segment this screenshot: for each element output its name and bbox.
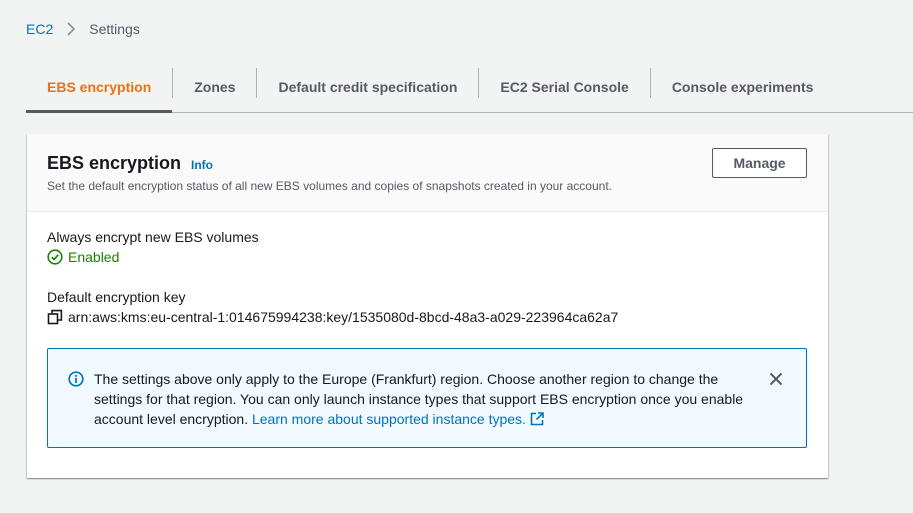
info-link[interactable]: Info (191, 158, 213, 172)
tab-zones[interactable]: Zones (173, 62, 256, 112)
region-info-alert: The settings above only apply to the Eur… (47, 348, 807, 448)
status-text: Enabled (68, 249, 120, 265)
default-key-label: Default encryption key (47, 289, 186, 305)
tab-console-experiments[interactable]: Console experiments (651, 62, 835, 112)
tab-default-credit-specification[interactable]: Default credit specification (257, 62, 478, 112)
card-header: EBS encryption Info Set the default encr… (27, 134, 828, 212)
tab-ec2-serial-console[interactable]: EC2 Serial Console (479, 62, 649, 112)
external-link-icon[interactable] (530, 412, 544, 426)
key-arn: arn:aws:kms:eu-central-1:014675994238:ke… (68, 309, 619, 325)
breadcrumb-ec2-link[interactable]: EC2 (26, 21, 53, 37)
check-circle-icon (47, 249, 63, 265)
copy-icon[interactable] (47, 309, 63, 325)
encryption-status: Enabled (47, 249, 119, 265)
close-icon[interactable] (768, 371, 784, 387)
settings-tabs: EBS encryption Zones Default credit spec… (26, 62, 913, 113)
info-circle-icon (68, 371, 84, 387)
tab-ebs-encryption[interactable]: EBS encryption (26, 62, 173, 113)
page: EC2 Settings EBS encryption Zones Defaul… (0, 0, 913, 513)
chevron-right-icon (67, 22, 77, 36)
breadcrumb-current: Settings (89, 21, 140, 37)
alert-message: The settings above only apply to the Eur… (94, 369, 764, 429)
learn-more-link[interactable]: Learn more about supported instance type… (252, 411, 526, 427)
breadcrumb: EC2 Settings (26, 19, 140, 39)
ebs-encryption-card: EBS encryption Info Set the default encr… (27, 134, 828, 478)
default-key-value: arn:aws:kms:eu-central-1:014675994238:ke… (47, 309, 618, 325)
manage-button[interactable]: Manage (712, 148, 807, 178)
card-title: EBS encryption (47, 153, 182, 173)
always-encrypt-label: Always encrypt new EBS volumes (47, 229, 259, 245)
card-description: Set the default encryption status of all… (47, 179, 612, 193)
